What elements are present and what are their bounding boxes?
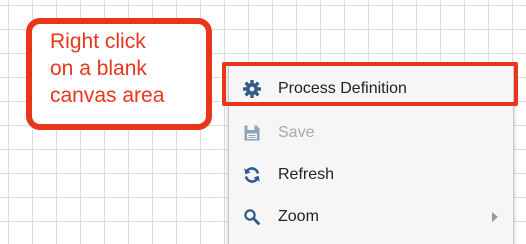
menu-item-refresh[interactable]: Refresh [229, 156, 513, 194]
menu-item-label: Save [278, 124, 315, 141]
callout-line: on a blank [50, 57, 147, 80]
zoom-icon [241, 206, 263, 228]
menu-item-label: Refresh [278, 166, 335, 183]
menu-item-label: Zoom [278, 208, 319, 225]
callout-line: Right click [50, 30, 146, 53]
refresh-icon [241, 164, 263, 186]
instruction-callout: Right click on a blank canvas area [26, 18, 212, 130]
menu-item-process-definition[interactable]: Process Definition [229, 70, 513, 108]
callout-line: canvas area [50, 84, 165, 107]
menu-item-zoom[interactable]: Zoom [229, 198, 513, 236]
save-icon [241, 122, 263, 144]
gear-icon [241, 78, 263, 100]
submenu-arrow-icon [491, 210, 499, 228]
menu-item-label: Process Definition [278, 80, 407, 97]
menu-item-save[interactable]: Save [229, 114, 513, 152]
context-menu: Process Definition Save Refresh Zoom [228, 64, 514, 244]
